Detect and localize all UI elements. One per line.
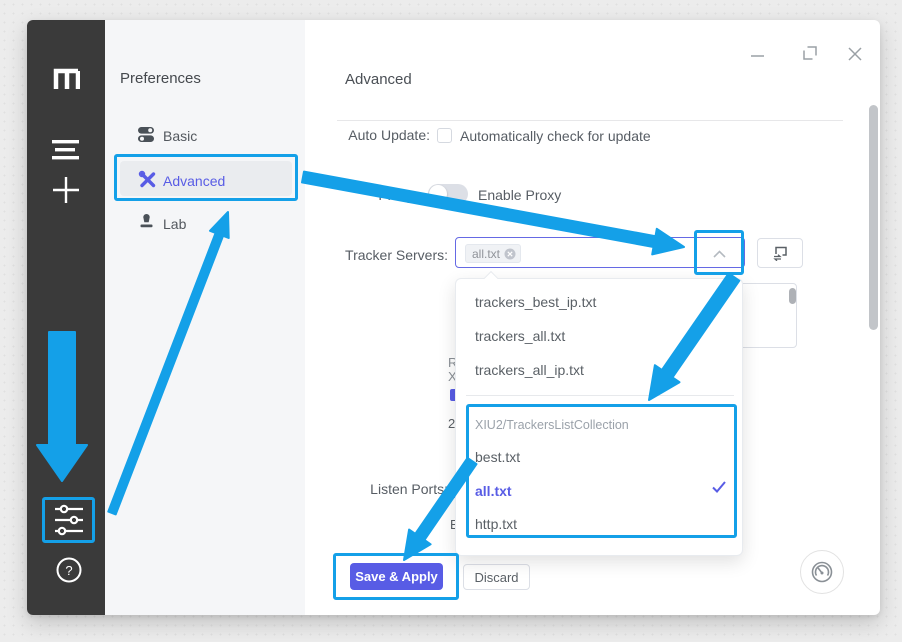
help-icon[interactable]: ? [56, 557, 82, 583]
auto-update-checkbox[interactable] [437, 128, 452, 143]
auto-update-label: Auto Update: [280, 127, 430, 143]
textarea-scrollbar[interactable] [789, 288, 796, 304]
preferences-panel: Preferences Basic Advanced [105, 20, 305, 615]
dropdown-caret [484, 271, 498, 285]
tools-icon [138, 170, 157, 189]
chevron-up-icon[interactable] [713, 250, 726, 258]
app-sidebar: ? [27, 20, 105, 615]
minimize-icon[interactable] [750, 48, 765, 63]
preferences-icon[interactable] [55, 504, 83, 536]
dropdown-divider [466, 395, 734, 396]
dropdown-item[interactable]: http.txt [456, 507, 742, 541]
task-list-icon[interactable] [52, 139, 80, 161]
add-task-icon[interactable] [51, 175, 81, 205]
listen-ports-label: Listen Ports: [280, 481, 448, 497]
tracker-servers-select[interactable]: all.txt [455, 237, 745, 268]
page-title: Advanced [345, 71, 412, 88]
dropdown-group-label: XIU2/TrackersListCollection [475, 417, 629, 433]
dropdown-item-selected[interactable]: all.txt [456, 474, 742, 508]
discard-button[interactable]: Discard [463, 564, 530, 590]
close-icon[interactable] [847, 46, 863, 62]
restore-icon[interactable] [803, 46, 818, 61]
lab-icon [138, 213, 155, 230]
sync-trackers-button[interactable] [757, 238, 803, 268]
speedometer-icon [810, 560, 834, 584]
title-divider [337, 120, 843, 121]
main-scrollbar[interactable] [869, 105, 878, 330]
proxy-label: Proxy: [280, 187, 418, 203]
selected-tag[interactable]: all.txt [465, 244, 521, 263]
basic-icon [138, 126, 155, 143]
dropdown-item[interactable]: trackers_all_ip.txt [456, 353, 742, 387]
proxy-toggle[interactable] [428, 184, 468, 204]
tracker-select-dropdown: trackers_best_ip.txt trackers_all.txt tr… [455, 278, 743, 556]
motrix-logo [52, 65, 80, 89]
sidebar-item-lab[interactable]: Lab [163, 216, 186, 232]
sync-icon [772, 245, 789, 261]
toggle-knob [429, 185, 447, 203]
sidebar-item-advanced-label[interactable]: Advanced [163, 173, 225, 189]
tag-close-icon[interactable] [504, 248, 516, 260]
app-window: ? Preferences Basic Adv [27, 20, 880, 615]
save-apply-button[interactable]: Save & Apply [350, 563, 443, 590]
speed-limit-button[interactable] [800, 550, 844, 594]
tracker-servers-label: Tracker Servers: [280, 247, 448, 263]
selected-tag-label: all.txt [472, 247, 500, 261]
dropdown-item[interactable]: trackers_best_ip.txt [456, 285, 742, 319]
proxy-toggle-label: Enable Proxy [478, 187, 561, 203]
svg-text:?: ? [65, 563, 72, 578]
dropdown-item[interactable]: best.txt [456, 440, 742, 474]
auto-update-checkbox-label[interactable]: Automatically check for update [460, 128, 651, 144]
dropdown-item[interactable]: trackers_all.txt [456, 319, 742, 353]
screen: ? Preferences Basic Adv [0, 0, 902, 642]
sidebar-item-basic[interactable]: Basic [163, 128, 197, 144]
panel-title: Preferences [120, 70, 201, 87]
check-icon [712, 481, 726, 493]
